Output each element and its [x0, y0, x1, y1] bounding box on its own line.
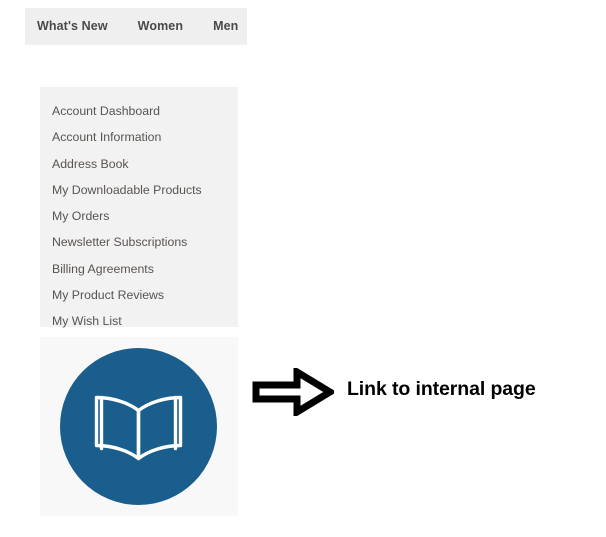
sidebar-item-my-product-reviews[interactable]: My Product Reviews — [40, 282, 238, 308]
sidebar-item-address-book[interactable]: Address Book — [40, 151, 238, 177]
open-book-icon — [60, 348, 217, 505]
nav-item-women[interactable]: Women — [138, 20, 183, 33]
nav-item-men[interactable]: Men — [213, 20, 238, 33]
right-arrow-icon — [252, 368, 334, 416]
top-navigation-bar: What's New Women Men — [25, 8, 247, 45]
nav-item-whats-new[interactable]: What's New — [37, 20, 108, 33]
sidebar-item-account-dashboard[interactable]: Account Dashboard — [40, 98, 238, 124]
callout-label: Link to internal page — [347, 378, 536, 400]
account-sidebar: Account Dashboard Account Information Ad… — [40, 87, 238, 328]
sidebar-item-my-orders[interactable]: My Orders — [40, 203, 238, 229]
sidebar-item-my-downloadable-products[interactable]: My Downloadable Products — [40, 177, 238, 203]
sidebar-item-newsletter-subscriptions[interactable]: Newsletter Subscriptions — [40, 229, 238, 255]
sidebar-item-account-information[interactable]: Account Information — [40, 124, 238, 150]
sidebar-item-my-wish-list[interactable]: My Wish List — [40, 308, 238, 334]
sidebar-item-billing-agreements[interactable]: Billing Agreements — [40, 256, 238, 282]
book-icon-tile[interactable] — [40, 337, 238, 516]
